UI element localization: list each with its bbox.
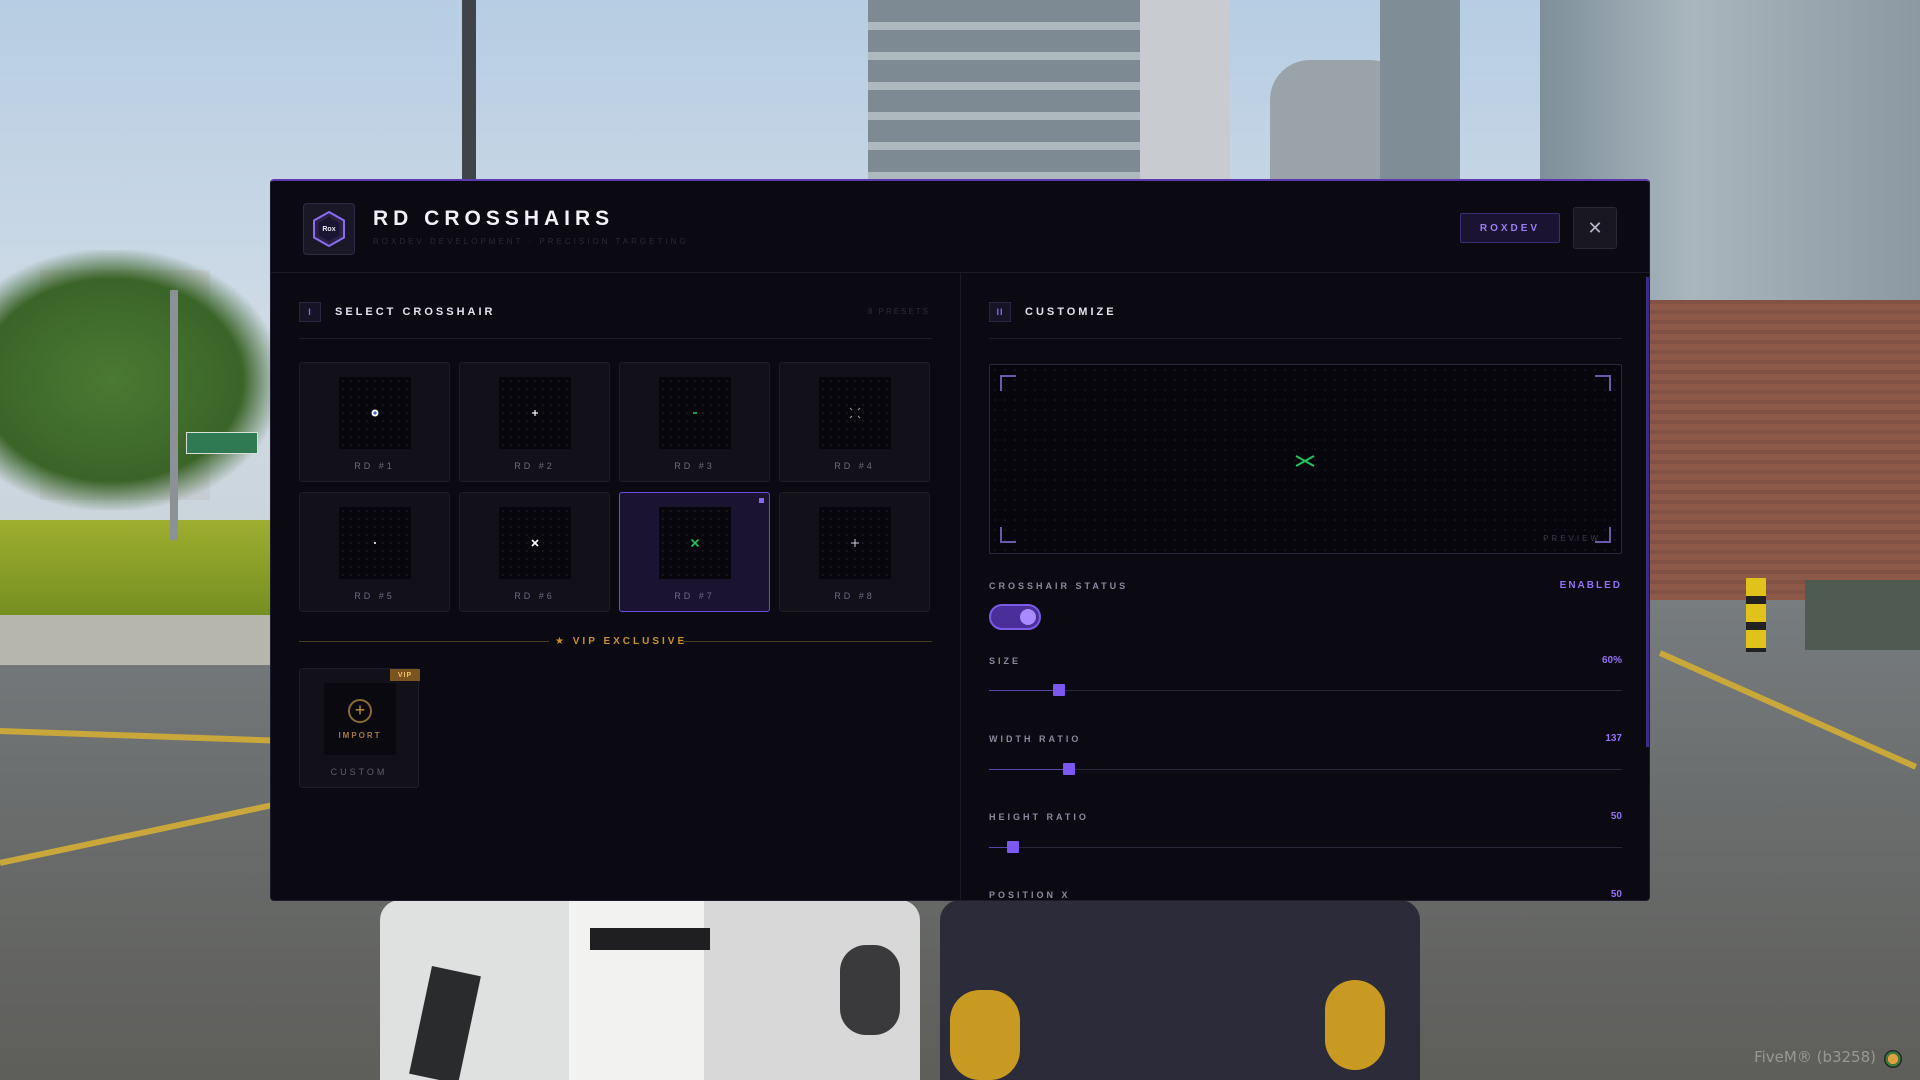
toggle-knob[interactable]: [1020, 609, 1036, 625]
scrollbar[interactable]: [1646, 277, 1649, 747]
crosshair-preset-label: RD #7: [674, 591, 715, 601]
crosshair-preset-label: RD #3: [674, 461, 715, 471]
crosshair-thumbnail: [819, 377, 891, 449]
custom-label: CUSTOM: [330, 767, 388, 777]
height-ratio-slider[interactable]: [989, 841, 1622, 853]
preview-corner: [1595, 375, 1611, 391]
slider-thumb[interactable]: [1007, 841, 1019, 853]
crosshair-preset-card[interactable]: RD #8: [779, 492, 930, 612]
size-slider[interactable]: [989, 684, 1622, 696]
section-title: CUSTOMIZE: [1025, 306, 1117, 318]
position-x-value: 50: [1610, 889, 1622, 900]
section-title: SELECT CROSSHAIR: [335, 306, 496, 318]
size-value: 60%: [1601, 655, 1622, 666]
green-x-icon: [690, 538, 700, 548]
thin-plus-icon: [851, 539, 859, 547]
section-number: II: [989, 302, 1011, 322]
import-box[interactable]: + IMPORT: [324, 683, 396, 755]
preview-corner: [1000, 375, 1016, 391]
panel-title: RD CROSSHAIRS: [373, 207, 615, 230]
vip-badge: VIP: [390, 669, 420, 681]
height-ratio-value: 50: [1610, 811, 1622, 822]
width-ratio-value: 137: [1605, 733, 1622, 744]
crosshair-preset-label: RD #4: [834, 461, 875, 471]
status-label: CROSSHAIR STATUS: [989, 581, 1129, 591]
customize-section-header: II CUSTOMIZE: [989, 301, 1117, 323]
section-divider: [989, 338, 1622, 339]
crosshair-preset-card[interactable]: RD #7: [619, 492, 770, 612]
vip-divider-left: [299, 641, 549, 642]
height-ratio-label: HEIGHT RATIO: [989, 812, 1089, 822]
crosshair-thumbnail: [339, 377, 411, 449]
crosshair-thumbnail: [659, 507, 731, 579]
green-dash-icon: [693, 412, 697, 414]
close-icon: ✕: [1587, 217, 1603, 238]
size-label: SIZE: [989, 656, 1022, 666]
preview-label: PREVIEW: [1543, 534, 1601, 543]
status-toggle[interactable]: [989, 604, 1041, 630]
column-divider: [960, 273, 961, 900]
selected-indicator: [759, 498, 764, 503]
crosshair-thumbnail: [499, 507, 571, 579]
panel-header: Rox RD CROSSHAIRS ROXDEV DEVELOPMENT · P…: [271, 181, 1649, 273]
close-button[interactable]: ✕: [1573, 207, 1617, 249]
crosshair-thumbnail: [499, 377, 571, 449]
fivem-watermark: FiveM® (b3258): [1754, 1048, 1876, 1066]
dot-icon: [371, 409, 379, 417]
preview-crosshair-icon: [1295, 455, 1315, 467]
slider-fill: [989, 690, 1059, 691]
crosshair-preset-label: RD #6: [514, 591, 555, 601]
presets-count: 8 PRESETS: [868, 307, 931, 316]
crosshair-preset-label: RD #1: [354, 461, 395, 471]
vip-exclusive-title: ★ VIP EXCLUSIVE: [555, 636, 688, 647]
select-section-header: I SELECT CROSSHAIR: [299, 301, 495, 323]
crosshair-preset-card[interactable]: RD #1: [299, 362, 450, 482]
width-ratio-label: WIDTH RATIO: [989, 734, 1082, 744]
fivem-logo-icon: [1884, 1050, 1902, 1068]
slider-fill: [989, 769, 1069, 770]
preview-corner: [1000, 527, 1016, 543]
crosshair-preset-card[interactable]: RD #6: [459, 492, 610, 612]
crosshair-panel: Rox RD CROSSHAIRS ROXDEV DEVELOPMENT · P…: [270, 179, 1650, 901]
crosshair-preset-label: RD #5: [354, 591, 395, 601]
brand-logo: Rox: [303, 203, 355, 255]
status-value: ENABLED: [1559, 580, 1622, 591]
crosshair-thumbnail: [339, 507, 411, 579]
crosshair-preset-card[interactable]: RD #2: [459, 362, 610, 482]
crosshair-preset-card[interactable]: RD #5: [299, 492, 450, 612]
crosshair-preset-label: RD #8: [834, 591, 875, 601]
panel-subtitle: ROXDEV DEVELOPMENT · PRECISION TARGETING: [373, 237, 689, 246]
slider-thumb[interactable]: [1053, 684, 1065, 696]
small-plus-icon: [532, 410, 538, 416]
section-number: I: [299, 302, 321, 322]
x-cross-icon: [531, 539, 539, 547]
crosshair-thumbnail: [819, 507, 891, 579]
crosshair-thumbnail: [659, 377, 731, 449]
crosshair-preview: PREVIEW: [989, 364, 1622, 554]
tiny-dot-icon: [374, 542, 376, 544]
logo-text: Rox: [322, 226, 335, 233]
crosshair-preset-card[interactable]: RD #4: [779, 362, 930, 482]
vip-divider-right: [683, 641, 932, 642]
position-x-label: POSITION X: [989, 890, 1071, 900]
roxdev-button[interactable]: ROXDEV: [1460, 213, 1560, 243]
plus-circle-icon: +: [348, 699, 372, 723]
width-ratio-slider[interactable]: [989, 763, 1622, 775]
section-divider: [299, 338, 932, 339]
crosshair-preset-label: RD #2: [514, 461, 555, 471]
slider-thumb[interactable]: [1063, 763, 1075, 775]
import-label: IMPORT: [338, 731, 382, 740]
custom-import-card[interactable]: VIP + IMPORT CUSTOM: [299, 668, 420, 788]
crosshair-preset-card[interactable]: RD #3: [619, 362, 770, 482]
spread-corners-icon: [849, 407, 861, 419]
hexagon-logo-icon: Rox: [313, 210, 345, 248]
